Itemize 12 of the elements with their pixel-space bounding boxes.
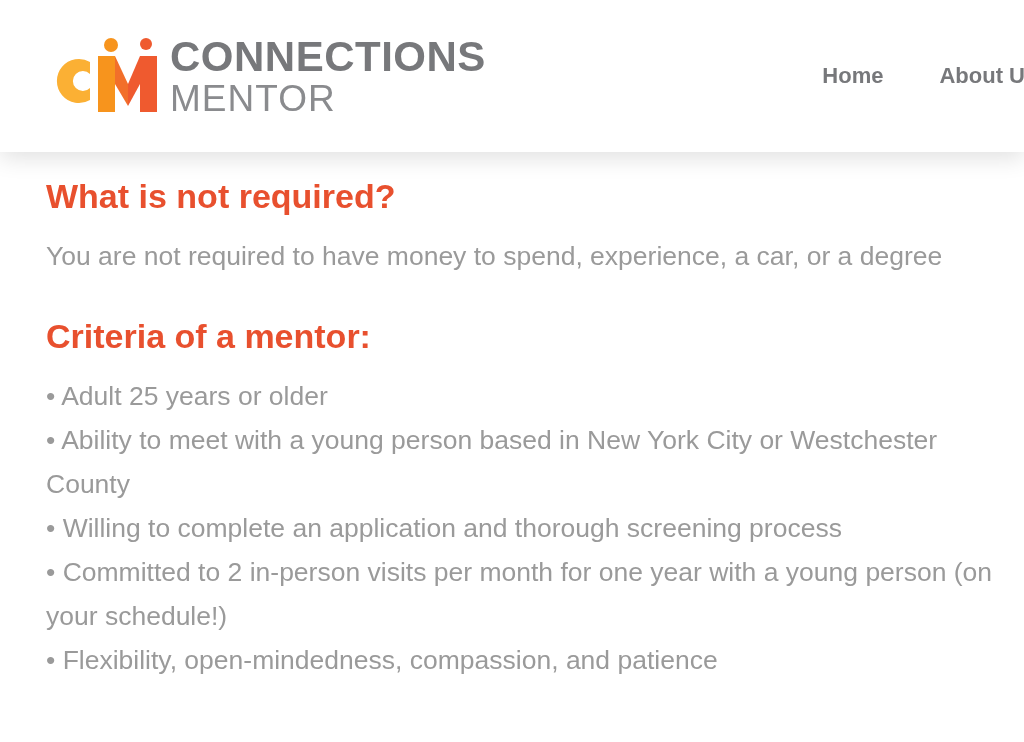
body-text: • Willing to complete an application and thorough screening process — [46, 512, 843, 545]
nav-link[interactable]: About U — [939, 63, 1024, 89]
body-text: • Flexibility, open-mindedness, compassion, and patience — [46, 644, 719, 677]
logo-subtitle: MENTOR — [170, 79, 337, 117]
nav-link[interactable]: Home — [822, 63, 884, 89]
body-text: • Adult 25 years or older — [46, 380, 329, 413]
body-text: • Ability to meet with a young person based in New York City or Westchester County — [46, 424, 939, 501]
logo-wordmark: CONNECTIONS — [170, 35, 486, 78]
section-heading: What is not required? — [46, 176, 397, 217]
body-text: • Committed to 2 in-person visits per month for one year with a young person (on your schedule!) — [46, 556, 994, 633]
body-text: You are not required to have money to spend, experience, a car, or a degree — [46, 240, 944, 273]
section-heading: Criteria of a mentor: — [46, 316, 372, 357]
